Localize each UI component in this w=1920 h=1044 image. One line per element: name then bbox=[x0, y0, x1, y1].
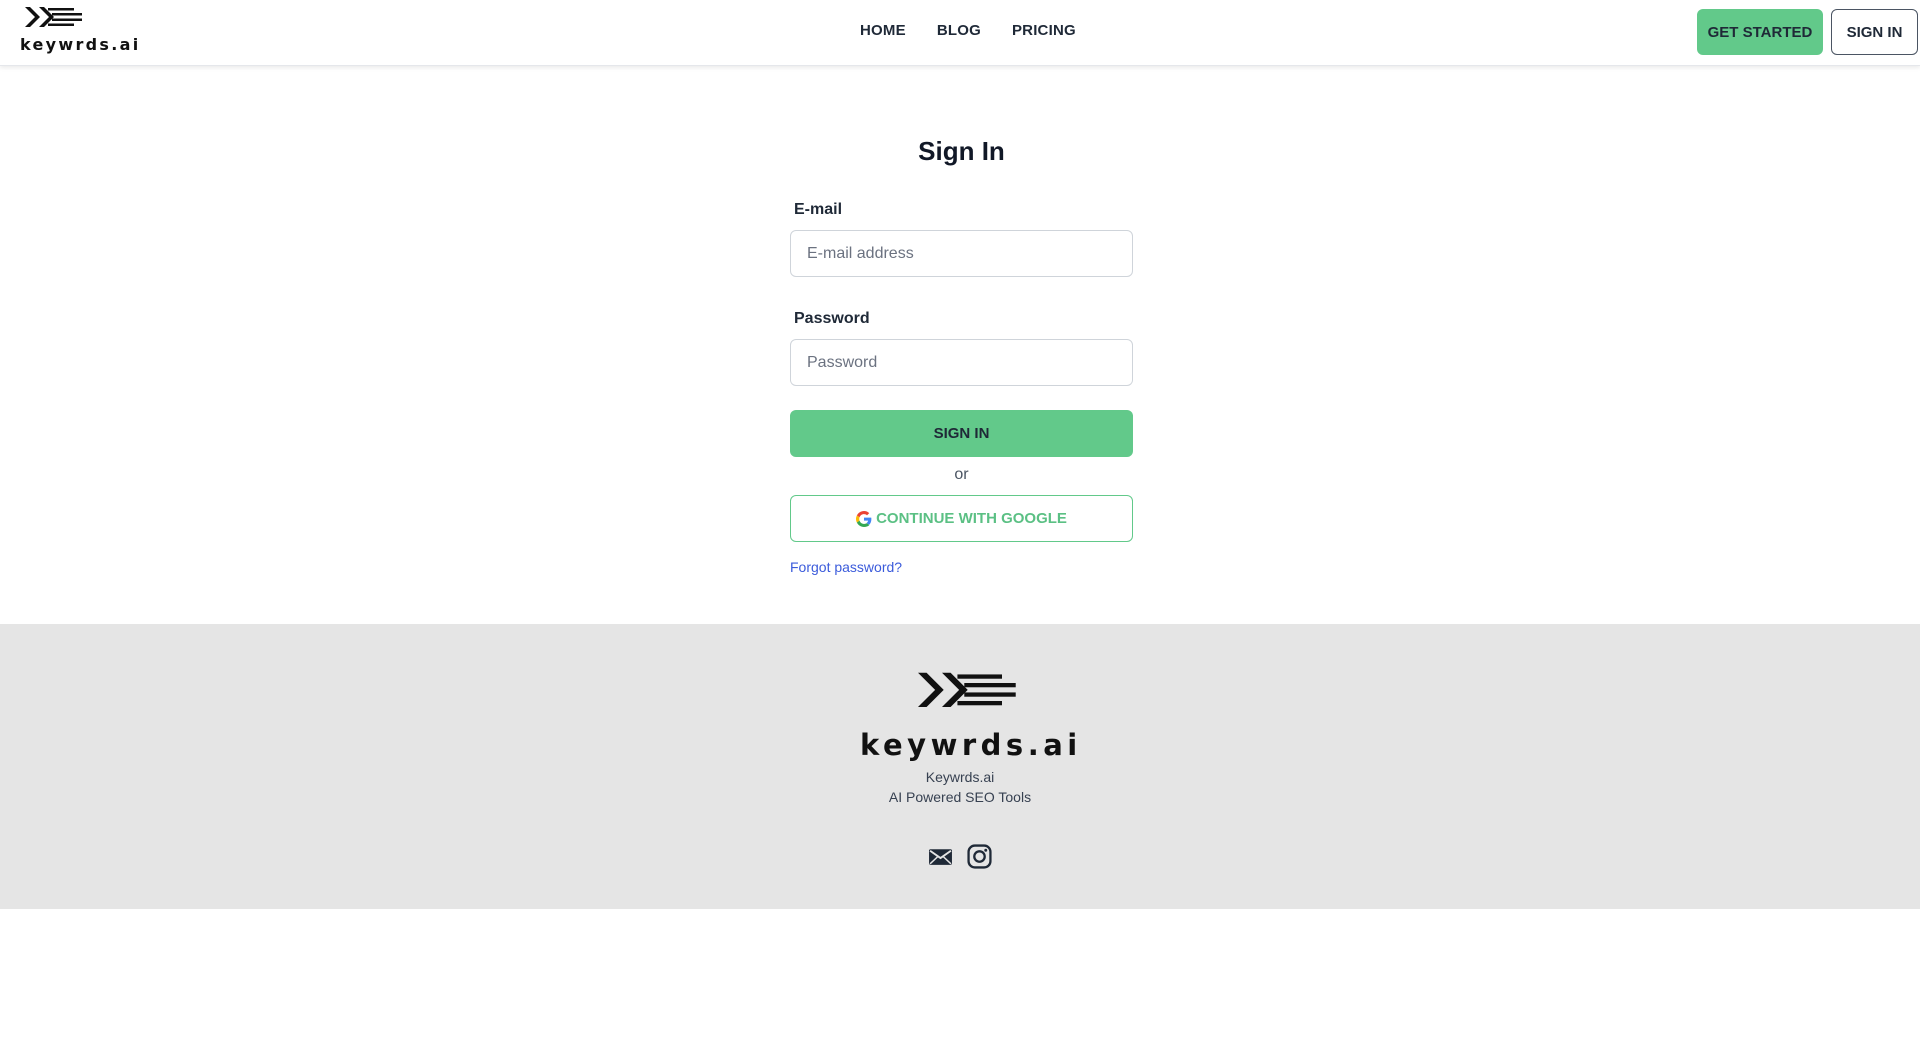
footer-company-name: Keywrds.ai bbox=[925, 769, 995, 785]
email-field[interactable] bbox=[790, 230, 1133, 277]
site-logo[interactable]: keywrds.ai bbox=[18, 4, 138, 54]
password-field[interactable] bbox=[790, 339, 1133, 386]
password-label: Password bbox=[794, 310, 870, 327]
nav-blog[interactable]: BLOG bbox=[937, 22, 981, 39]
email-label: E-mail bbox=[794, 201, 843, 218]
forgot-password-link[interactable]: Forgot password? bbox=[790, 559, 902, 575]
site-footer: keywrds.ai Keywrds.ai AI Powered SEO Too… bbox=[0, 624, 1920, 909]
google-icon bbox=[856, 510, 872, 527]
or-divider: or bbox=[954, 466, 969, 483]
get-started-button[interactable]: GET STARTED bbox=[1697, 9, 1823, 55]
nav-home[interactable]: HOME bbox=[860, 22, 906, 39]
google-button-label: CONTINUE WITH GOOGLE bbox=[876, 510, 1067, 527]
nav-pricing[interactable]: PRICING bbox=[1012, 22, 1076, 39]
social-links bbox=[928, 844, 992, 869]
footer-logo: keywrds.ai bbox=[858, 664, 1077, 764]
email-icon[interactable] bbox=[928, 844, 953, 869]
instagram-icon[interactable] bbox=[967, 844, 992, 869]
logo-mark-icon bbox=[25, 7, 82, 27]
header-sign-in-button[interactable]: SIGN IN bbox=[1831, 9, 1918, 55]
site-header: keywrds.ai HOME BLOG PRICING GET STARTED… bbox=[0, 0, 1920, 66]
page-title: Sign In bbox=[918, 136, 1005, 166]
google-sign-in-button[interactable]: CONTINUE WITH GOOGLE bbox=[790, 495, 1133, 542]
footer-tagline: AI Powered SEO Tools bbox=[888, 789, 1032, 805]
sign-in-submit-button[interactable]: SIGN IN bbox=[790, 410, 1133, 457]
footer-logo-wordmark: keywrds.ai bbox=[860, 728, 1082, 762]
main-nav: HOME BLOG PRICING bbox=[860, 22, 1076, 39]
footer-logo-mark-icon bbox=[918, 672, 1016, 707]
logo-wordmark: keywrds.ai bbox=[20, 35, 141, 54]
